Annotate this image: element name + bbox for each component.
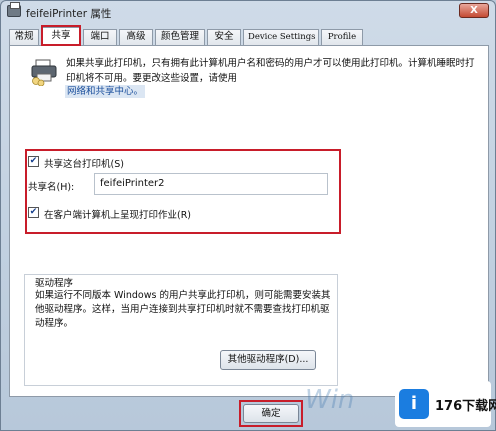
tab-color-management[interactable]: 颜色管理: [155, 29, 205, 45]
window-title: feifeiPrinter 属性: [26, 8, 112, 20]
printer-properties-window: feifeiPrinter 属性 X 常规 共享 端口 高级 颜色管理 安全 D…: [0, 0, 496, 431]
shared-printer-icon: [31, 59, 57, 86]
site-watermark-text: 176下载网: [435, 399, 496, 414]
close-button[interactable]: X: [459, 3, 489, 18]
network-sharing-center-link[interactable]: 网络和共享中心。: [65, 85, 146, 98]
highlight-share-settings: [25, 149, 341, 234]
drivers-description: 如果运行不同版本 Windows 的用户共享此打印机，则可能需要安装其他驱动程序…: [35, 290, 331, 329]
other-drivers-button[interactable]: 其他驱动程序(D)...: [220, 350, 316, 370]
tab-general[interactable]: 常规: [9, 29, 39, 45]
sharing-info-text: 如果共享此打印机，只有拥有此计算机用户名和密码的用户才可以使用此打印机。计算机睡…: [66, 58, 475, 84]
site-watermark-badge: i 176下载网: [395, 381, 496, 427]
drivers-title: 驱动程序: [35, 278, 74, 289]
highlight-ok-button: [239, 400, 303, 427]
tab-security[interactable]: 安全: [207, 29, 241, 45]
tab-profile[interactable]: Profile: [321, 29, 363, 45]
title-bar: feifeiPrinter 属性 X: [1, 1, 495, 23]
printer-icon: [7, 2, 21, 17]
tab-device-settings[interactable]: Device Settings: [243, 29, 319, 45]
tab-ports[interactable]: 端口: [83, 29, 117, 45]
watermark-logo: Win: [305, 385, 355, 415]
site-logo-icon: i: [399, 389, 429, 419]
tab-advanced[interactable]: 高级: [119, 29, 153, 45]
highlight-sharing-tab: [41, 25, 81, 46]
